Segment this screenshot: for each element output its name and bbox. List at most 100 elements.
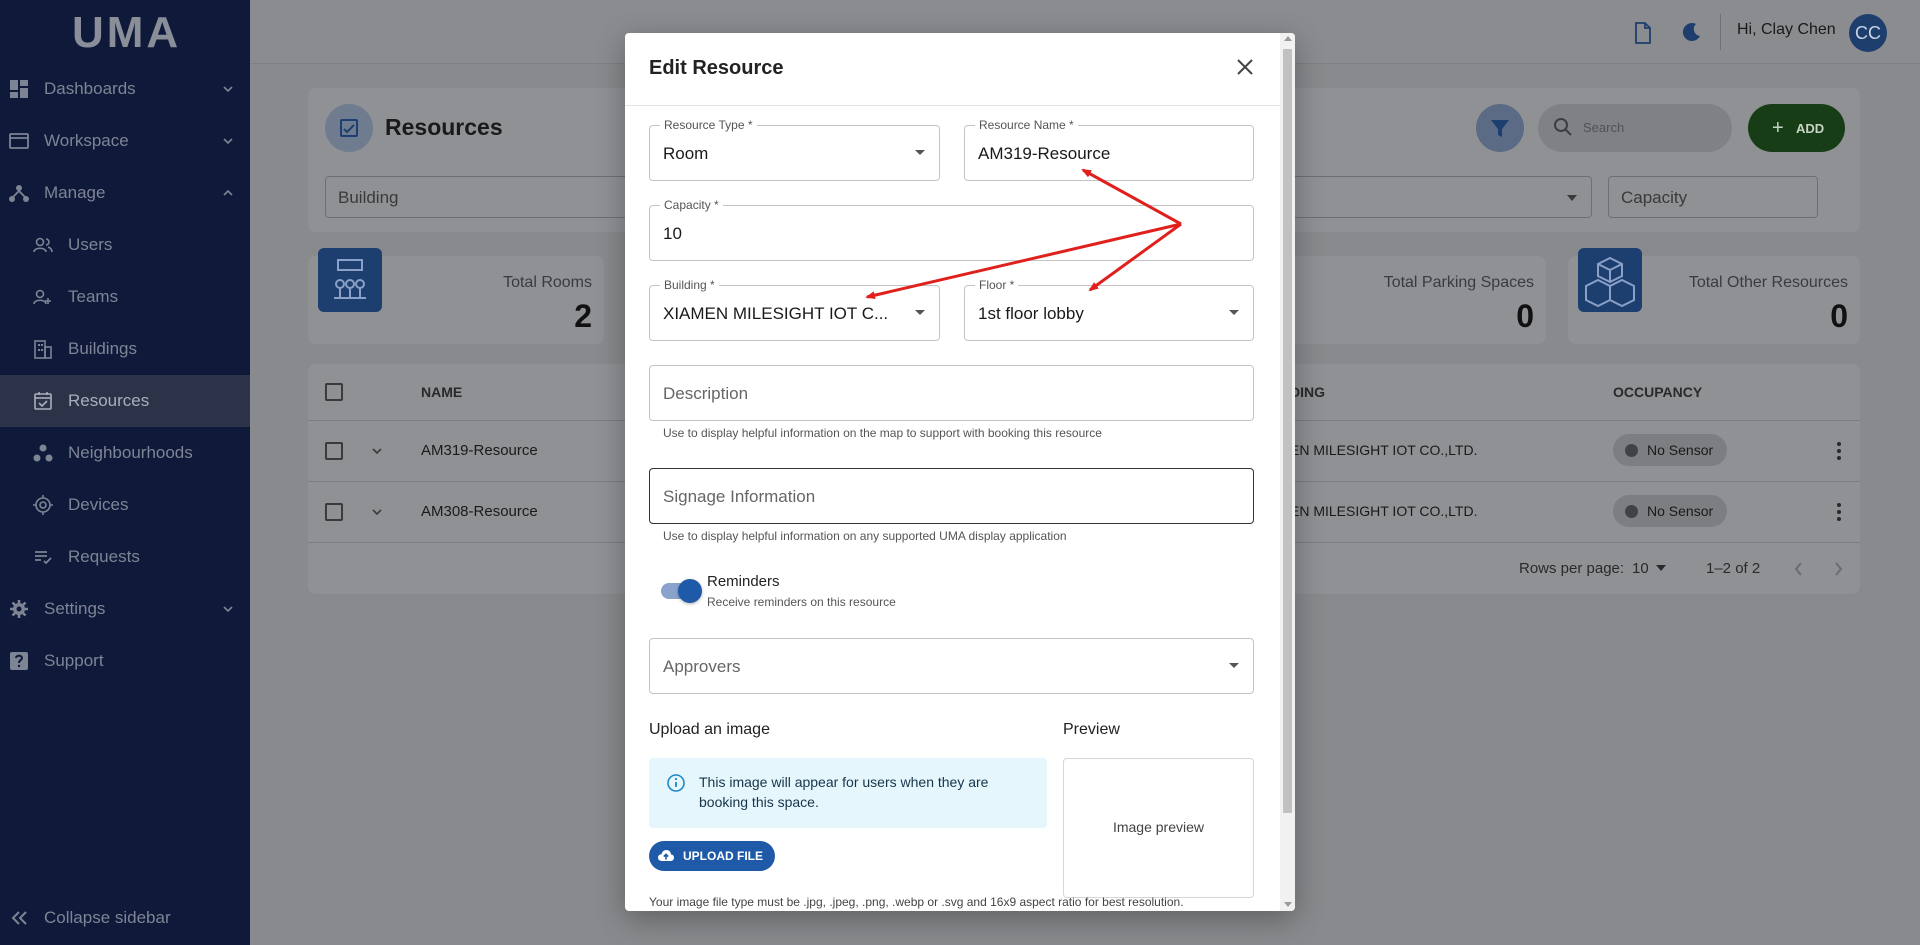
dashboard-icon <box>10 80 28 98</box>
search-placeholder: Search <box>1583 120 1625 135</box>
preview-heading: Preview <box>1063 721 1120 738</box>
scroll-thumb[interactable] <box>1283 49 1292 813</box>
status-badge: No Sensor <box>1613 495 1727 527</box>
column-header-occupancy[interactable]: OCCUPANCY <box>1613 384 1702 400</box>
field-label: Resource Type * <box>660 118 757 132</box>
requests-icon <box>35 551 52 565</box>
resource-name-field[interactable]: Resource Name * AM319-Resource <box>964 118 1254 181</box>
rows-per-page-label: Rows per page: <box>1519 560 1625 577</box>
field-placeholder: Signage Information <box>663 487 816 506</box>
chevron-down-icon <box>1656 565 1666 571</box>
filter-select[interactable] <box>1250 176 1592 218</box>
help-icon <box>10 652 28 670</box>
cloud-upload-icon <box>658 850 674 861</box>
approvers-select[interactable]: Approvers <box>649 638 1254 694</box>
sidebar-item-label: Settings <box>44 599 106 618</box>
stat-total-rooms: Total Rooms 2 <box>308 248 604 344</box>
field-value: AM319-Resource <box>978 144 1111 163</box>
chevron-down-icon <box>223 86 233 93</box>
meeting-room-icon <box>318 248 382 312</box>
info-icon <box>667 774 685 792</box>
resource-type-select[interactable]: Resource Type * Room <box>649 118 940 181</box>
chevron-left-icon[interactable] <box>1793 561 1805 577</box>
info-alert: This image will appear for users when th… <box>649 758 1047 828</box>
description-field[interactable]: Description <box>649 365 1254 421</box>
add-button[interactable]: + ADD <box>1748 104 1845 152</box>
add-button-label: ADD <box>1796 121 1825 136</box>
building-filter-label: Building <box>338 188 399 207</box>
dropdown-arrow-icon <box>915 150 925 155</box>
chevron-up-icon <box>223 189 233 196</box>
floor-select[interactable]: Floor * 1st floor lobby <box>964 278 1254 341</box>
avatar[interactable]: CC <box>1849 14 1887 52</box>
sidebar-item-support[interactable]: Support <box>0 635 250 687</box>
row-checkbox[interactable] <box>325 442 343 460</box>
capacity-filter[interactable]: Capacity <box>1608 176 1818 218</box>
sidebar-item-buildings[interactable]: Buildings <box>0 323 250 375</box>
document-icon[interactable] <box>1634 22 1652 44</box>
field-placeholder: Approvers <box>663 657 741 676</box>
stat-total-other: Total Other Resources 0 <box>1568 248 1860 344</box>
file-type-hint: Your image file type must be .jpg, .jpeg… <box>649 895 1184 909</box>
select-all-checkbox[interactable] <box>325 383 343 401</box>
chevron-down-icon[interactable] <box>371 446 383 456</box>
capacity-field[interactable]: Capacity * 10 <box>649 198 1254 261</box>
sidebar-item-requests[interactable]: Requests <box>0 531 250 583</box>
sidebar-item-dashboards[interactable]: Dashboards <box>0 63 250 115</box>
filter-button[interactable] <box>1476 104 1524 152</box>
gear-icon <box>10 600 28 618</box>
upload-file-button[interactable]: UPLOAD FILE <box>649 841 775 871</box>
sidebar-item-label: Requests <box>68 547 140 566</box>
rows-per-page-select[interactable]: 10 <box>1632 560 1649 577</box>
toggle-knob[interactable] <box>678 579 702 603</box>
column-header-name[interactable]: NAME <box>421 384 462 400</box>
scroll-up-arrow-icon[interactable] <box>1284 36 1292 41</box>
filter-icon <box>1491 120 1509 137</box>
more-vertical-icon[interactable] <box>1837 503 1841 521</box>
signage-field[interactable]: Signage Information <box>649 468 1254 524</box>
column-header-building[interactable]: DING <box>1290 384 1325 400</box>
sidebar-item-resources[interactable]: Resources <box>0 375 250 427</box>
sidebar-item-label: Workspace <box>44 131 129 150</box>
building-filter[interactable]: Building <box>325 176 645 218</box>
sidebar-item-teams[interactable]: Teams <box>0 271 250 323</box>
field-label: Resource Name * <box>975 118 1078 132</box>
chevron-down-icon[interactable] <box>371 507 383 517</box>
sensor-dot-icon <box>1625 505 1638 518</box>
sidebar-item-neighbourhoods[interactable]: Neighbourhoods <box>0 427 250 479</box>
sidebar: UMA Dashboards Workspace Manage Users Te… <box>0 0 250 945</box>
building-select[interactable]: Building * XIAMEN MILESIGHT IOT C... <box>649 278 940 341</box>
more-vertical-icon[interactable] <box>1837 442 1841 460</box>
image-preview: Image preview <box>1063 758 1254 898</box>
resource-name: AM308-Resource <box>421 503 538 520</box>
sidebar-item-manage[interactable]: Manage <box>0 167 250 219</box>
sidebar-item-users[interactable]: Users <box>0 219 250 271</box>
teams-icon <box>33 289 51 305</box>
sidebar-item-label: Buildings <box>68 339 137 358</box>
sidebar-item-label: Support <box>44 651 104 670</box>
row-checkbox[interactable] <box>325 503 343 521</box>
collapse-sidebar-button[interactable]: Collapse sidebar <box>0 892 250 944</box>
sidebar-item-workspace[interactable]: Workspace <box>0 115 250 167</box>
moon-icon[interactable] <box>1681 21 1703 43</box>
sidebar-item-label: Teams <box>68 287 119 306</box>
stat-label: Total Other Resources <box>1688 274 1848 291</box>
upload-file-label: UPLOAD FILE <box>683 849 763 863</box>
dropdown-arrow-icon <box>1229 663 1239 668</box>
chevron-right-icon[interactable] <box>1832 561 1844 577</box>
scrollbar[interactable] <box>1280 33 1295 911</box>
sidebar-item-settings[interactable]: Settings <box>0 583 250 635</box>
scroll-down-arrow-icon[interactable] <box>1284 902 1292 907</box>
signage-helper: Use to display helpful information on an… <box>663 529 1067 543</box>
field-value: 1st floor lobby <box>978 304 1084 323</box>
close-icon[interactable] <box>1235 57 1255 77</box>
page-title: Resources <box>385 114 503 140</box>
manage-icon <box>9 185 29 202</box>
stat-value: 2 <box>574 298 592 334</box>
uma-logo: UMA <box>72 8 182 57</box>
reminders-label: Reminders <box>707 573 780 590</box>
sidebar-item-devices[interactable]: Devices <box>0 479 250 531</box>
pagination-range: 1–2 of 2 <box>1706 560 1761 577</box>
plus-icon: + <box>1772 117 1784 139</box>
sensor-dot-icon <box>1625 444 1638 457</box>
